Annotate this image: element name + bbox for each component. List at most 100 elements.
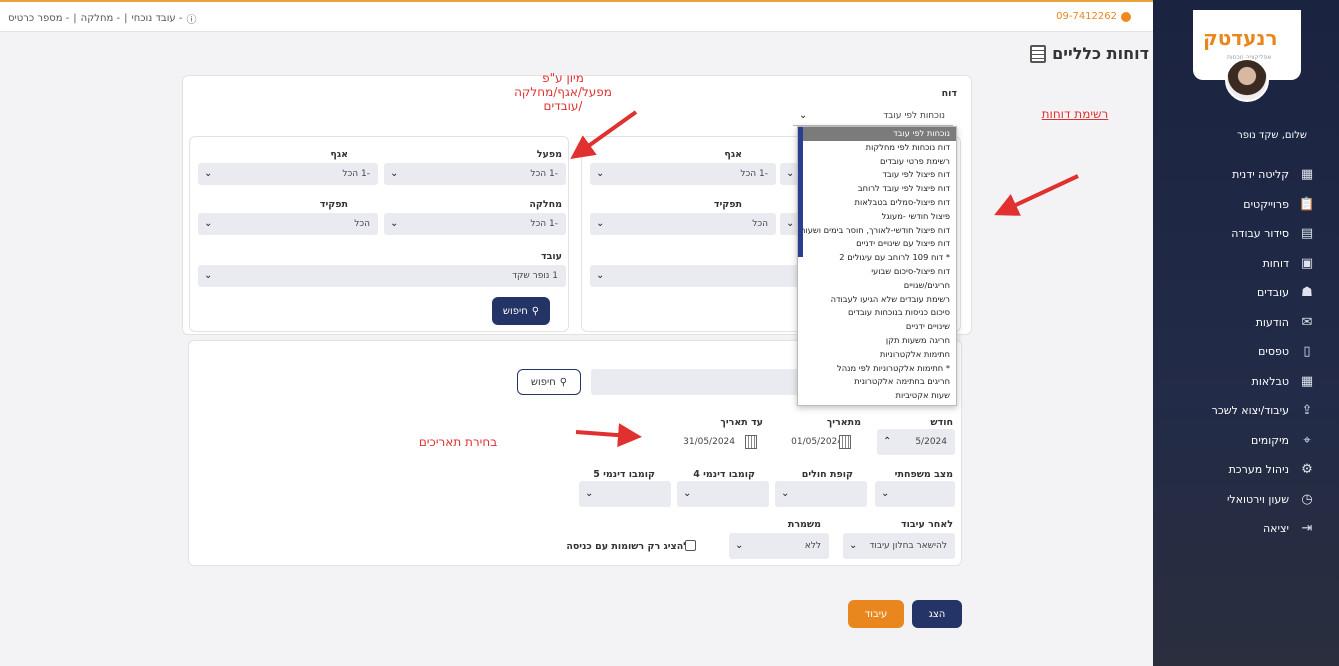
to-date-input[interactable]: 31/05/2024 xyxy=(683,429,753,455)
report-option[interactable]: * דוח 109 לרוחב עם עיגולים 2 xyxy=(798,251,956,265)
report-option[interactable]: דוח נוכחות לפי מחלקות xyxy=(798,141,956,155)
shift-label: משמרת xyxy=(787,519,821,530)
role2-select[interactable]: הכל ⌄ xyxy=(590,213,776,235)
search-icon: ⚲ xyxy=(531,305,540,317)
process-button[interactable]: עיבוד xyxy=(848,600,904,628)
sidebar-item-reports[interactable]: דוחות ▣ xyxy=(1155,249,1315,279)
chevron-down-icon: ⌄ xyxy=(781,488,790,499)
month-select[interactable]: 5/2024 ⌃ xyxy=(877,429,955,455)
report-option[interactable]: שינויים ידניים xyxy=(798,320,956,334)
marital-label: מצב משפחתי xyxy=(894,469,953,480)
sidebar-item-locations[interactable]: מיקומים ⌖ xyxy=(1155,426,1315,456)
from-date-input[interactable]: 01/05/2024 xyxy=(791,429,861,455)
report-icon xyxy=(1030,44,1047,63)
export-icon: ⇪ xyxy=(1301,403,1313,419)
combo4-select[interactable]: ⌄ xyxy=(677,481,769,507)
agaf-select[interactable]: -1 הכל ⌄ xyxy=(198,163,378,185)
sidebar-item-messages[interactable]: הודעות ✉ xyxy=(1155,308,1315,338)
clock-icon: ◷ xyxy=(1301,491,1313,507)
admin-icon: ⚙ xyxy=(1301,462,1313,478)
sidebar-item-tables[interactable]: טבלאות ▦ xyxy=(1155,367,1315,397)
avatar[interactable] xyxy=(1225,58,1269,102)
info-icon[interactable]: ⓘ xyxy=(186,11,196,26)
entry-only-checkbox[interactable] xyxy=(685,540,696,551)
chevron-down-icon: ⌄ xyxy=(596,168,605,179)
worker2-select[interactable]: ⌄ xyxy=(590,265,800,287)
sidebar-item-virtual-clock[interactable]: שעון וירטואלי ◷ xyxy=(1155,485,1315,515)
report-option[interactable]: נוכחות לפי עובד xyxy=(798,127,956,141)
kupat-select[interactable]: ⌄ xyxy=(775,481,867,507)
search-button[interactable]: חיפוש ⚲ xyxy=(492,297,550,325)
report-option[interactable]: שעות אקטיביות xyxy=(798,389,956,403)
sidebar-item-forms[interactable]: טפסים ▯ xyxy=(1155,337,1315,367)
agaf2-select[interactable]: -1 הכל ⌄ xyxy=(590,163,776,185)
report-option[interactable]: דוח פיצול לפי עובד לרוחב xyxy=(798,182,956,196)
report-option[interactable]: חריגים/שגויים xyxy=(798,279,956,293)
sidebar-item-logout[interactable]: יציאה ⇥ xyxy=(1155,514,1315,544)
combo5-select[interactable]: ⌄ xyxy=(579,481,671,507)
search-button-2[interactable]: חיפוש ⚲ xyxy=(517,369,581,395)
chevron-down-icon: ⌄ xyxy=(683,488,692,499)
search-icon: ⚲ xyxy=(559,376,568,388)
report-option[interactable]: חריגה משעות תקן xyxy=(798,334,956,348)
tables-icon: ▦ xyxy=(1300,373,1314,389)
chevron-down-icon: ⌄ xyxy=(204,270,213,281)
report-option[interactable]: דוח פיצול לפי עובד xyxy=(798,168,956,182)
sidebar-item-workers[interactable]: עובדים ☗ xyxy=(1155,278,1315,308)
marital-select[interactable]: ⌄ xyxy=(875,481,955,507)
report-option[interactable]: דוח פיצול עם שינויים ידניים xyxy=(798,237,956,251)
sidebar-nav: קליטה ידנית ▦ פרוייקטים 📋 סידור עבודה ▤ דוח… xyxy=(1155,160,1315,544)
chevron-down-icon: ⌄ xyxy=(596,218,605,229)
calendar-icon[interactable] xyxy=(745,435,757,449)
chevron-down-icon: ⌄ xyxy=(596,270,605,281)
report-option[interactable]: דוח פיצול-סמלים בטבלאות xyxy=(798,196,956,210)
report-option[interactable]: * חתימות אלקטרוניות לפי מנהל xyxy=(798,362,956,376)
sidebar: רנעדטק אפליקציה נוכחות שלום, שקד נופר קל… xyxy=(1153,0,1339,666)
worker-select[interactable]: 1 נופר שקד ⌄ xyxy=(198,265,566,287)
report-option[interactable]: חתימות אלקטרוניות xyxy=(798,348,956,362)
keypad-icon: ▦ xyxy=(1300,167,1314,183)
kupat-label: קופת חולים xyxy=(801,469,853,480)
current-worker: עובד נוכחי - xyxy=(131,13,183,24)
dropdown-scrollbar[interactable] xyxy=(798,127,803,257)
from-date-label: מתאריך xyxy=(826,417,861,428)
sidebar-item-payroll-export[interactable]: עיבוד/יצוא לשכר ⇪ xyxy=(1155,396,1315,426)
after-process-select[interactable]: להישאר בחלון עיבוד ⌄ xyxy=(843,533,955,559)
chevron-down-icon: ⌄ xyxy=(204,168,213,179)
show-button[interactable]: הצג xyxy=(912,600,962,628)
shift-select[interactable]: ללא ⌄ xyxy=(729,533,829,559)
role-label: תפקיד xyxy=(319,199,348,210)
agaf2-label: אגף xyxy=(724,149,742,160)
workers-icon: ☗ xyxy=(1301,285,1313,301)
role-select[interactable]: הכל ⌄ xyxy=(198,213,378,235)
chevron-updown-icon: ⌃ xyxy=(883,436,892,447)
greeting: שלום, שקד נופר xyxy=(1237,130,1307,141)
report-option[interactable]: סיכום כניסות בנוכחות עובדים xyxy=(798,306,956,320)
report-option[interactable]: רשימת פרטי עובדים xyxy=(798,155,956,169)
report-option[interactable]: דוח פיצול חודשי-לאורך, חוסר בימים ושעות xyxy=(798,224,956,238)
sidebar-item-admin[interactable]: ניהול מערכת ⚙ xyxy=(1155,455,1315,485)
combo5-label: קומבו דינמי 5 xyxy=(593,469,655,480)
department-select[interactable]: -1 הכל ⌄ xyxy=(384,213,566,235)
report-options-list[interactable]: נוכחות לפי עובד דוח נוכחות לפי מחלקות רש… xyxy=(797,126,957,406)
chevron-down-icon: ⌄ xyxy=(786,218,795,229)
sidebar-item-manual-entry[interactable]: קליטה ידנית ▦ xyxy=(1155,160,1315,190)
chevron-down-icon: ⌄ xyxy=(390,168,399,179)
department-label: מחלקה xyxy=(529,199,562,210)
current-department: מחלקה - xyxy=(80,13,121,24)
sidebar-item-projects[interactable]: פרוייקטים 📋 xyxy=(1155,190,1315,220)
report-select[interactable]: נוכחות לפי עובד ⌄ xyxy=(793,106,953,126)
report-option[interactable]: דוח פיצול-סיכום שבועי xyxy=(798,265,956,279)
report-option[interactable]: חריגים בחתימה אלקטרונית xyxy=(798,375,956,389)
sidebar-item-schedule[interactable]: סידור עבודה ▤ xyxy=(1155,219,1315,249)
arrow-icon xyxy=(994,174,1079,216)
messages-icon: ✉ xyxy=(1301,314,1313,330)
search-input[interactable] xyxy=(591,369,801,395)
chevron-down-icon: ⌄ xyxy=(585,488,594,499)
phone-number: 09-7412262 xyxy=(1056,11,1131,22)
calendar-icon[interactable] xyxy=(839,435,851,449)
factory-select[interactable]: -1 הכל ⌄ xyxy=(384,163,566,185)
report-option[interactable]: פיצול חודשי -מעוגל xyxy=(798,210,956,224)
entry-only-label: להציג רק רשומות עם כניסה xyxy=(566,541,689,552)
report-option[interactable]: רשימת עובדים שלא הגיעו לעבודה xyxy=(798,293,956,307)
